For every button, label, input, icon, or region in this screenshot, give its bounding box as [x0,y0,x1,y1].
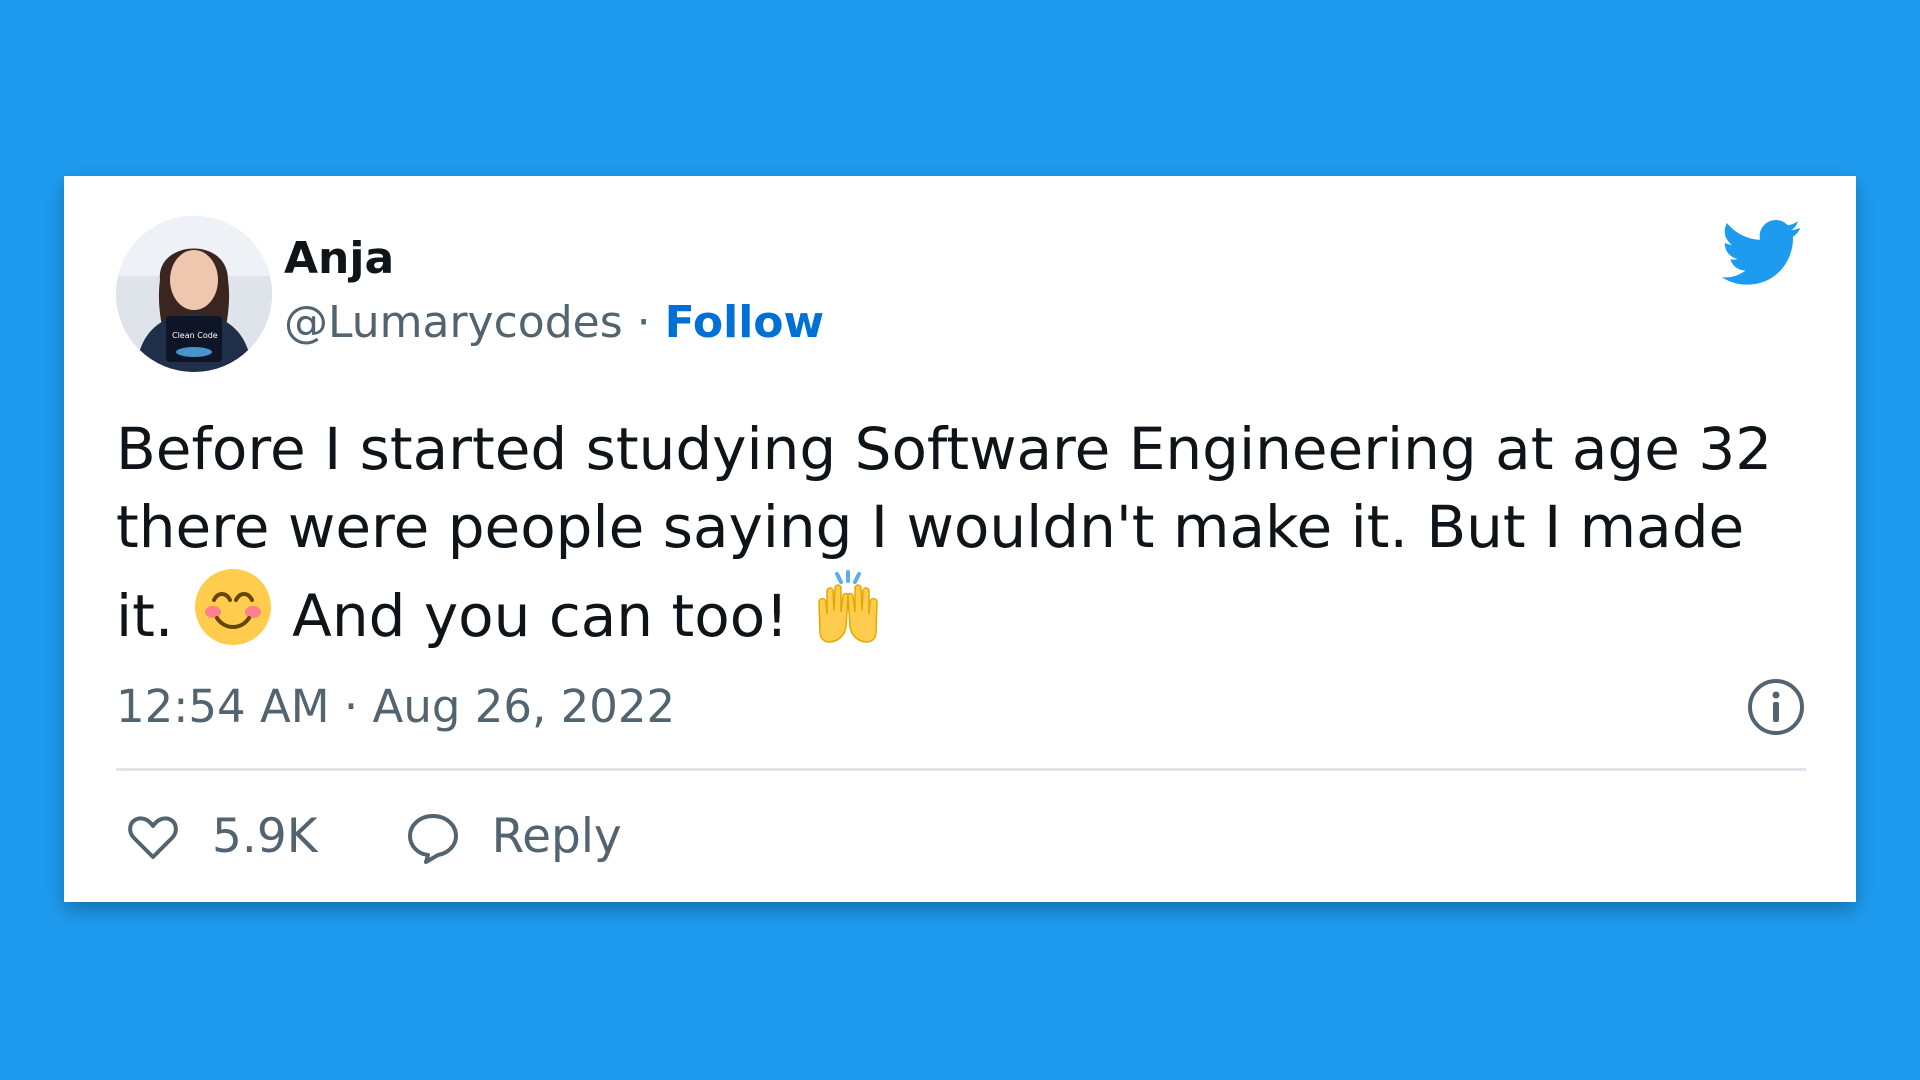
twitter-bird-icon[interactable] [1722,220,1802,286]
tweet-line-3: it. And you can too! [116,566,1816,655]
smiling-face-icon [194,569,271,645]
avatar[interactable]: Clean Code [116,216,272,372]
tweet-text: Before I started studying Software Engin… [116,410,1816,655]
page-background: Clean Code Anja @Lumarycodes · Follow Be… [0,0,1920,1080]
tweet-actions: 5.9K Reply [124,807,678,867]
tweet-line-3-start: it. [116,582,174,650]
tweet-line-1: Before I started studying Software Engin… [116,415,1773,483]
raising-hands-icon [818,570,878,643]
tweet-line-2: there were people saying I wouldn't make… [116,493,1745,561]
author-name[interactable]: Anja [284,235,824,282]
divider [116,768,1806,771]
like-button[interactable]: 5.9K [124,807,318,867]
author-handle-line: @Lumarycodes · Follow [284,300,824,346]
author-block: Anja @Lumarycodes · Follow [284,235,824,346]
author-handle[interactable]: @Lumarycodes [284,297,623,348]
tweet-time: 12:54 AM [116,680,330,733]
timestamp-separator: · [343,680,359,733]
avatar-image: Clean Code [116,216,272,372]
tweet-card: Clean Code Anja @Lumarycodes · Follow Be… [64,176,1856,902]
heart-icon [128,816,178,859]
like-count: 5.9K [212,809,318,864]
follow-button[interactable]: Follow [665,297,825,348]
avatar-book-text: Clean Code [172,331,218,340]
tweet-date: Aug 26, 2022 [372,680,676,733]
info-icon[interactable] [1746,677,1806,737]
reply-label: Reply [491,809,622,864]
handle-separator: · [636,297,651,349]
tweet-meta-row: 12:54 AM · Aug 26, 2022 [116,677,1806,737]
timestamp[interactable]: 12:54 AM · Aug 26, 2022 [116,677,675,737]
reply-button[interactable]: Reply [404,807,622,867]
tweet-line-3-middle: And you can too! [292,582,789,650]
speech-bubble-icon [407,814,458,864]
